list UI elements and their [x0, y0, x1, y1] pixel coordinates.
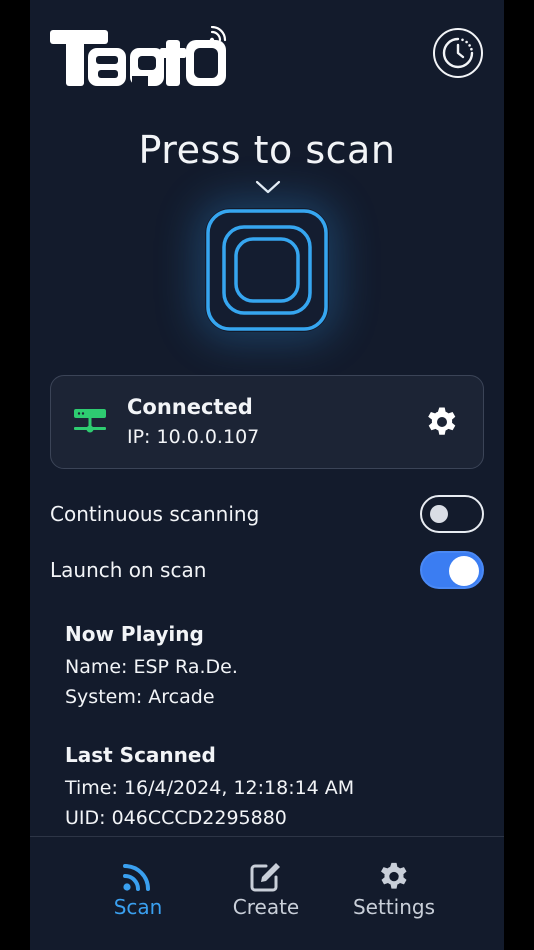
now-playing-heading: Now Playing — [65, 622, 204, 646]
chevron-down-icon — [255, 180, 281, 194]
connection-status: Connected — [127, 395, 253, 419]
history-button[interactable] — [433, 28, 483, 78]
connection-settings-gear-icon[interactable] — [425, 405, 459, 439]
now-playing-name: Name: ESP Ra.De. — [65, 656, 238, 678]
continuous-scanning-row: Continuous scanning — [50, 494, 484, 536]
launch-on-scan-row: Launch on scan — [50, 550, 484, 592]
network-icon — [74, 409, 106, 433]
edit-icon — [250, 863, 280, 892]
scan-button[interactable] — [205, 208, 329, 332]
tab-settings[interactable]: Settings — [334, 861, 454, 919]
scan-target-icon — [206, 209, 328, 331]
tab-settings-label: Settings — [352, 895, 436, 919]
launch-on-scan-toggle[interactable] — [420, 551, 484, 589]
launch-on-scan-label: Launch on scan — [50, 558, 207, 582]
tab-create-label: Create — [232, 895, 300, 919]
connection-ip: IP: 10.0.0.107 — [127, 426, 260, 448]
connection-card: Connected IP: 10.0.0.107 — [50, 375, 484, 469]
history-clock-icon — [442, 37, 474, 69]
last-scanned-uid: UID: 046CCCD2295880 — [65, 807, 287, 829]
now-playing-section: Now Playing Name: ESP Ra.De. System: Arc… — [65, 622, 238, 712]
app-screen: Press to scan Connected IP: 10.0.0.107 C… — [30, 0, 504, 950]
scan-prompt: Press to scan — [138, 128, 396, 172]
nfc-waves-icon — [123, 864, 150, 891]
last-scanned-heading: Last Scanned — [65, 743, 216, 767]
tab-scan-label: Scan — [113, 895, 163, 919]
toggle-knob — [449, 556, 479, 586]
tapto-logo — [50, 25, 230, 90]
tab-bar: Scan Create Settings — [30, 836, 504, 950]
last-scanned-time: Time: 16/4/2024, 12:18:14 AM — [65, 777, 355, 799]
last-scanned-section: Last Scanned Time: 16/4/2024, 12:18:14 A… — [65, 743, 354, 833]
toggle-knob — [430, 505, 448, 523]
gear-icon — [381, 862, 407, 889]
tab-create[interactable]: Create — [206, 861, 326, 919]
tab-scan[interactable]: Scan — [78, 861, 198, 919]
continuous-scanning-label: Continuous scanning — [50, 502, 260, 526]
now-playing-system: System: Arcade — [65, 686, 215, 708]
continuous-scanning-toggle[interactable] — [420, 495, 484, 533]
